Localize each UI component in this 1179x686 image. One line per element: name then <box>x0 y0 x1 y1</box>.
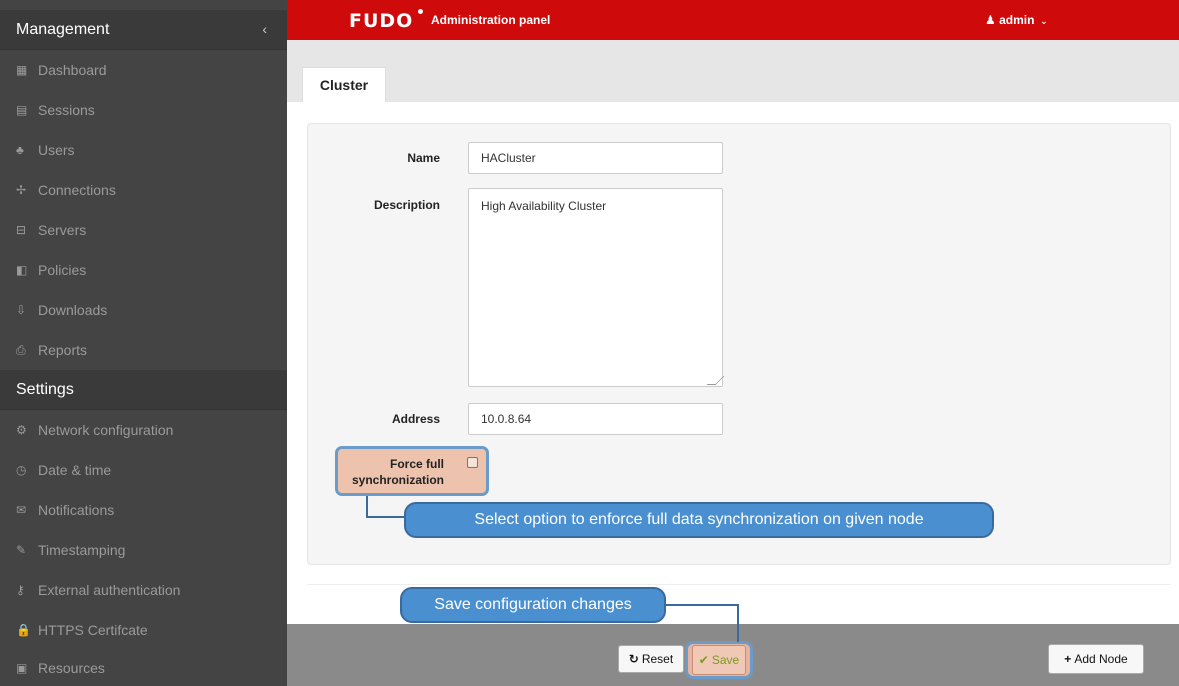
sidebar-item-date-time[interactable]: ◷ Date & time <box>0 450 287 490</box>
description-label: Description <box>373 198 440 212</box>
add-node-button[interactable]: + Add Node <box>1048 644 1144 674</box>
fudo-logo: FUDO <box>349 10 414 32</box>
reset-label: Reset <box>641 652 674 666</box>
policies-icon: ◧ <box>16 263 28 277</box>
sidebar-item-https-certificate[interactable]: 🔒 HTTPS Certifcate <box>0 610 287 650</box>
plus-icon: + <box>1064 652 1072 666</box>
sidebar-item-notifications[interactable]: ✉ Notifications <box>0 490 287 530</box>
sidebar-item-label: Date & time <box>38 462 112 478</box>
sidebar-item-policies[interactable]: ◧ Policies <box>0 250 287 290</box>
sidebar-item-label: HTTPS Certifcate <box>38 622 148 638</box>
sidebar-item-users[interactable]: ♣ Users <box>0 130 287 170</box>
sidebar-item-label: Network configuration <box>38 422 174 438</box>
cluster-form-panel <box>307 123 1171 565</box>
sidebar-item-network-configuration[interactable]: ⚙ Network configuration <box>0 410 287 450</box>
sidebar-item-label: Timestamping <box>38 542 126 558</box>
sidebar-item-timestamping[interactable]: ✎ Timestamping <box>0 530 287 570</box>
sidebar-item-label: Connections <box>38 182 116 198</box>
collapse-sidebar-icon[interactable]: ‹ <box>262 21 267 37</box>
image-icon: ▣ <box>16 661 28 675</box>
address-label: Address <box>391 412 440 426</box>
callout-connector <box>366 516 406 518</box>
force-sync-checkbox[interactable] <box>467 457 478 468</box>
sessions-icon: ▤ <box>16 103 28 117</box>
dashboard-icon: ▦ <box>16 63 28 77</box>
sidebar-item-label: Servers <box>38 222 87 238</box>
key-icon: ⚷ <box>16 583 25 597</box>
sidebar-section-title: Management <box>16 20 110 38</box>
envelope-icon: ✉ <box>16 503 27 517</box>
sidebar-item-label: Policies <box>38 262 87 278</box>
save-button[interactable]: ✔ Save <box>692 645 746 675</box>
app-title: Administration panel <box>431 13 551 27</box>
check-icon: ✔ <box>698 653 709 667</box>
sidebar-item-label: Users <box>38 142 75 158</box>
sidebar-item-label: Reports <box>38 342 88 358</box>
download-icon: ⇩ <box>16 303 27 317</box>
chevron-down-icon: ⌄ <box>1039 16 1049 27</box>
callout-connector <box>664 604 738 606</box>
edit-icon: ✎ <box>16 543 27 557</box>
print-icon: ⎙ <box>16 342 26 357</box>
sidebar: Management ‹ ▦ Dashboard ▤ Sessions ♣ Us… <box>0 0 287 686</box>
name-input[interactable] <box>468 142 723 174</box>
sidebar-item-label: Resources <box>38 660 105 676</box>
tab-cluster[interactable]: Cluster <box>302 67 386 102</box>
sidebar-section-management: Management ‹ <box>0 10 287 50</box>
force-sync-callout: Select option to enforce full data synch… <box>404 502 994 538</box>
sidebar-item-label: Dashboard <box>38 62 107 78</box>
sidebar-item-sessions[interactable]: ▤ Sessions <box>0 90 287 130</box>
sidebar-item-connections[interactable]: ✢ Connections <box>0 170 287 210</box>
save-label: Save <box>711 653 740 667</box>
servers-icon: ⊟ <box>16 223 27 237</box>
address-input[interactable] <box>468 403 723 435</box>
lock-icon: 🔒 <box>16 623 31 637</box>
sidebar-item-label: Downloads <box>38 302 108 318</box>
sidebar-section-settings: Settings <box>0 370 287 410</box>
tab-strip: Cluster <box>287 40 1179 102</box>
user-icon: ♟ <box>985 13 996 27</box>
user-menu[interactable]: ♟ admin ⌄ <box>985 13 1048 27</box>
sidebar-section-title: Settings <box>16 380 74 398</box>
sidebar-item-label: External authentication <box>38 582 181 598</box>
sidebar-item-reports[interactable]: ⎙ Reports <box>0 330 287 370</box>
clock-icon: ◷ <box>16 463 27 477</box>
users-icon: ♣ <box>16 143 24 157</box>
username: admin <box>999 13 1035 27</box>
force-sync-label: Force full synchronization <box>351 457 444 487</box>
connections-icon: ✢ <box>16 183 27 197</box>
top-bar: FUDO Administration panel ♟ admin ⌄ <box>287 0 1179 40</box>
add-node-label: Add Node <box>1074 652 1128 666</box>
sidebar-item-external-authentication[interactable]: ⚷ External authentication <box>0 570 287 610</box>
sidebar-item-dashboard[interactable]: ▦ Dashboard <box>0 50 287 90</box>
description-textarea[interactable]: High Availability Cluster <box>468 188 723 387</box>
sidebar-item-label: Sessions <box>38 102 95 118</box>
sidebar-item-label: Notifications <box>38 502 115 518</box>
refresh-icon: ↻ <box>628 652 639 666</box>
sidebar-item-resources[interactable]: ▣ Resources <box>0 648 287 686</box>
gears-icon: ⚙ <box>16 423 27 437</box>
reset-button[interactable]: ↻ Reset <box>618 645 684 673</box>
sidebar-item-servers[interactable]: ⊟ Servers <box>0 210 287 250</box>
callout-connector <box>366 496 368 518</box>
sidebar-item-downloads[interactable]: ⇩ Downloads <box>0 290 287 330</box>
callout-connector <box>737 604 739 642</box>
logo-dot <box>418 9 423 14</box>
name-label: Name <box>407 151 440 165</box>
panel-spacer <box>307 565 1171 585</box>
save-callout: Save configuration changes <box>400 587 666 623</box>
